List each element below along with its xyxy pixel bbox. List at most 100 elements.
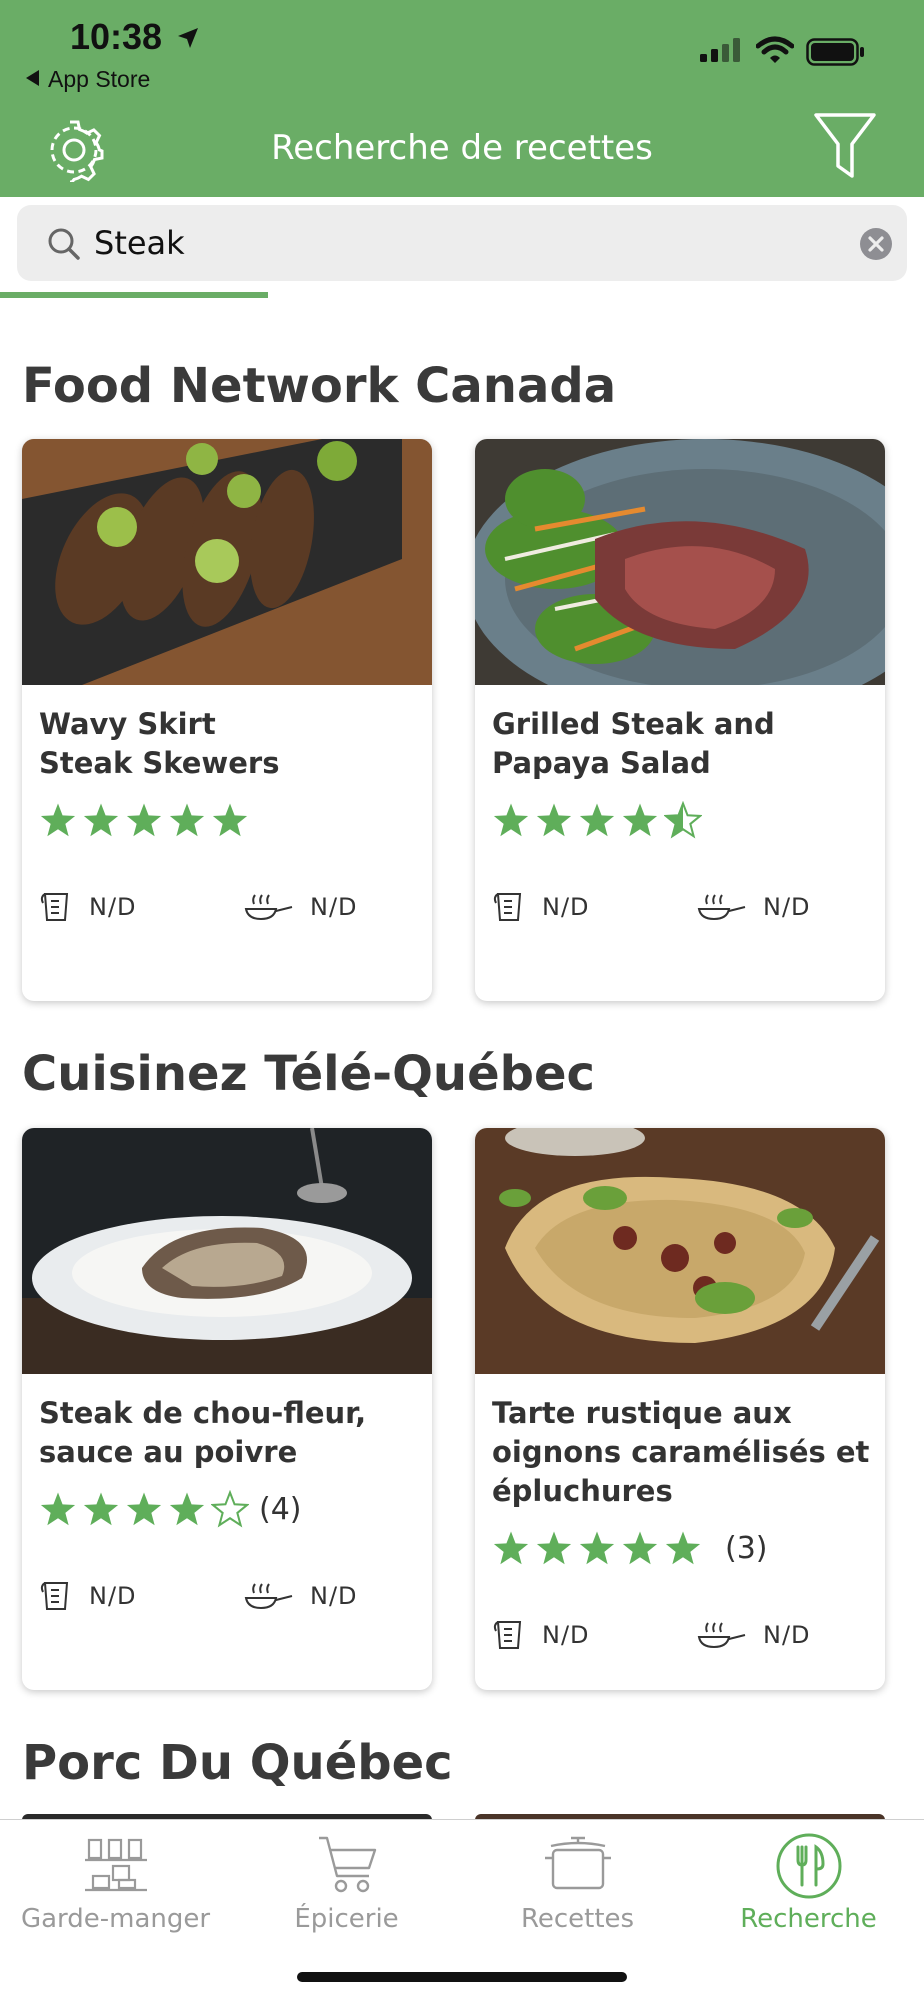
search-input[interactable]: Steak	[94, 224, 185, 262]
star-full-icon	[665, 1531, 701, 1565]
rating-count: (4)	[259, 1492, 302, 1527]
search-progress-bar	[0, 292, 924, 298]
section-title: Cuisinez Télé-Québec	[22, 1046, 595, 1102]
cook-time: N/D	[310, 893, 358, 921]
recipe-title-line: sauce au poivre	[39, 1435, 298, 1469]
recipe-photo-rustic-tart	[475, 1128, 885, 1374]
search-icon	[48, 228, 80, 260]
cook-time: N/D	[310, 1582, 358, 1610]
cook-time: N/D	[763, 1621, 811, 1649]
recipe-times: N/D N/D	[492, 1619, 872, 1659]
wifi-icon	[756, 36, 794, 63]
recipe-title-line: Steak de chou-fleur,	[39, 1396, 367, 1430]
back-triangle-icon	[26, 70, 39, 86]
home-indicator	[297, 1972, 627, 1982]
recipe-title: Grilled Steak and Papaya Salad	[492, 705, 872, 783]
star-full-icon	[40, 1492, 76, 1526]
clear-search-icon[interactable]	[860, 228, 892, 260]
recipe-title: Tarte rustique aux oignons caramélisés e…	[492, 1394, 872, 1511]
cooking-pot-icon	[544, 1836, 611, 1890]
measuring-cup-icon	[40, 893, 69, 921]
recipe-title: Wavy Skirt Steak Skewers	[39, 705, 419, 783]
tab-garde-manger[interactable]: Garde-manger	[0, 1820, 231, 1960]
star-full-icon	[536, 1531, 572, 1565]
recipe-photo-cauliflower-steak	[22, 1128, 432, 1374]
tab-label: Garde-manger	[20, 1904, 211, 1934]
shopping-cart-icon	[318, 1836, 376, 1893]
frying-pan-icon	[697, 1622, 746, 1649]
section-title: Porc Du Québec	[22, 1735, 453, 1791]
star-full-icon	[40, 803, 76, 837]
recipe-title-line: oignons caramélisés et	[492, 1435, 870, 1469]
tab-label: Recettes	[520, 1904, 635, 1934]
search-progress-fill	[0, 292, 268, 298]
rating-stars	[39, 801, 254, 839]
frying-pan-icon	[244, 1583, 293, 1610]
star-full-icon	[83, 1492, 119, 1526]
recipe-title-line: Grilled Steak and	[492, 707, 775, 741]
star-full-icon	[579, 803, 615, 837]
rating-stars	[492, 1529, 707, 1567]
star-full-icon	[126, 1492, 162, 1526]
recipe-title-line: épluchures	[492, 1474, 673, 1508]
prep-time: N/D	[542, 893, 590, 921]
rating-stars	[492, 801, 707, 839]
page-title: Recherche de recettes	[271, 128, 653, 168]
recipe-card[interactable]: Tarte rustique aux oignons caramélisés e…	[475, 1128, 885, 1690]
section-title: Food Network Canada	[22, 358, 617, 414]
fork-knife-icon	[776, 1833, 841, 1899]
recipe-card[interactable]: Steak de chou-fleur, sauce au poivre (4)…	[22, 1128, 432, 1690]
recipe-photo-skewers	[22, 439, 432, 685]
recipe-title-line: Papaya Salad	[492, 746, 711, 780]
cook-time: N/D	[763, 893, 811, 921]
star-full-icon	[83, 803, 119, 837]
app-header: 10:38 App Store Recherche de recettes	[0, 0, 924, 197]
filter-funnel-icon[interactable]	[813, 112, 877, 180]
prep-time: N/D	[89, 893, 137, 921]
recipe-title-line: Wavy Skirt	[39, 707, 216, 741]
star-empty-icon	[211, 1490, 249, 1528]
recipe-title-line: Tarte rustique aux	[492, 1396, 792, 1430]
frying-pan-icon	[697, 894, 746, 921]
back-to-app-store[interactable]: App Store	[26, 66, 150, 93]
measuring-cup-icon	[493, 1621, 522, 1649]
rating-stars	[39, 1490, 254, 1528]
prep-time: N/D	[542, 1621, 590, 1649]
star-full-icon	[126, 803, 162, 837]
recipe-card[interactable]: Grilled Steak and Papaya Salad N/D N/D	[475, 439, 885, 1001]
rating-count: (3)	[725, 1531, 768, 1566]
tab-label: Recherche	[740, 1904, 877, 1934]
recipe-photo-steak-salad	[475, 439, 885, 685]
star-full-icon	[169, 803, 205, 837]
star-full-icon	[493, 803, 529, 837]
measuring-cup-icon	[40, 1582, 69, 1610]
battery-icon	[806, 38, 864, 66]
measuring-cup-icon	[493, 893, 522, 921]
pantry-shelf-icon	[84, 1838, 147, 1892]
search-bar[interactable]: Steak	[17, 205, 907, 281]
star-full-icon	[536, 803, 572, 837]
recipe-title-line: Steak Skewers	[39, 746, 280, 780]
back-app-label: App Store	[48, 66, 151, 92]
prep-time: N/D	[89, 1582, 137, 1610]
star-full-icon	[579, 1531, 615, 1565]
tab-epicerie[interactable]: Épicerie	[231, 1820, 462, 1960]
location-arrow-icon	[178, 28, 198, 48]
star-full-icon	[212, 803, 248, 837]
cellular-signal-icon	[700, 38, 740, 62]
star-half-icon	[664, 801, 702, 839]
recipe-title: Steak de chou-fleur, sauce au poivre	[39, 1394, 419, 1472]
star-full-icon	[622, 803, 658, 837]
recipe-times: N/D N/D	[492, 891, 872, 931]
star-full-icon	[622, 1531, 658, 1565]
tab-recherche[interactable]: Recherche	[693, 1820, 924, 1960]
frying-pan-icon	[244, 894, 293, 921]
recipe-times: N/D N/D	[39, 891, 419, 931]
recipe-times: N/D N/D	[39, 1580, 419, 1620]
recipe-card[interactable]: Wavy Skirt Steak Skewers N/D N/D	[22, 439, 432, 1001]
star-full-icon	[493, 1531, 529, 1565]
tab-label: Épicerie	[294, 1904, 399, 1934]
tab-recettes[interactable]: Recettes	[462, 1820, 693, 1960]
status-time: 10:38	[70, 16, 163, 57]
star-full-icon	[169, 1492, 205, 1526]
